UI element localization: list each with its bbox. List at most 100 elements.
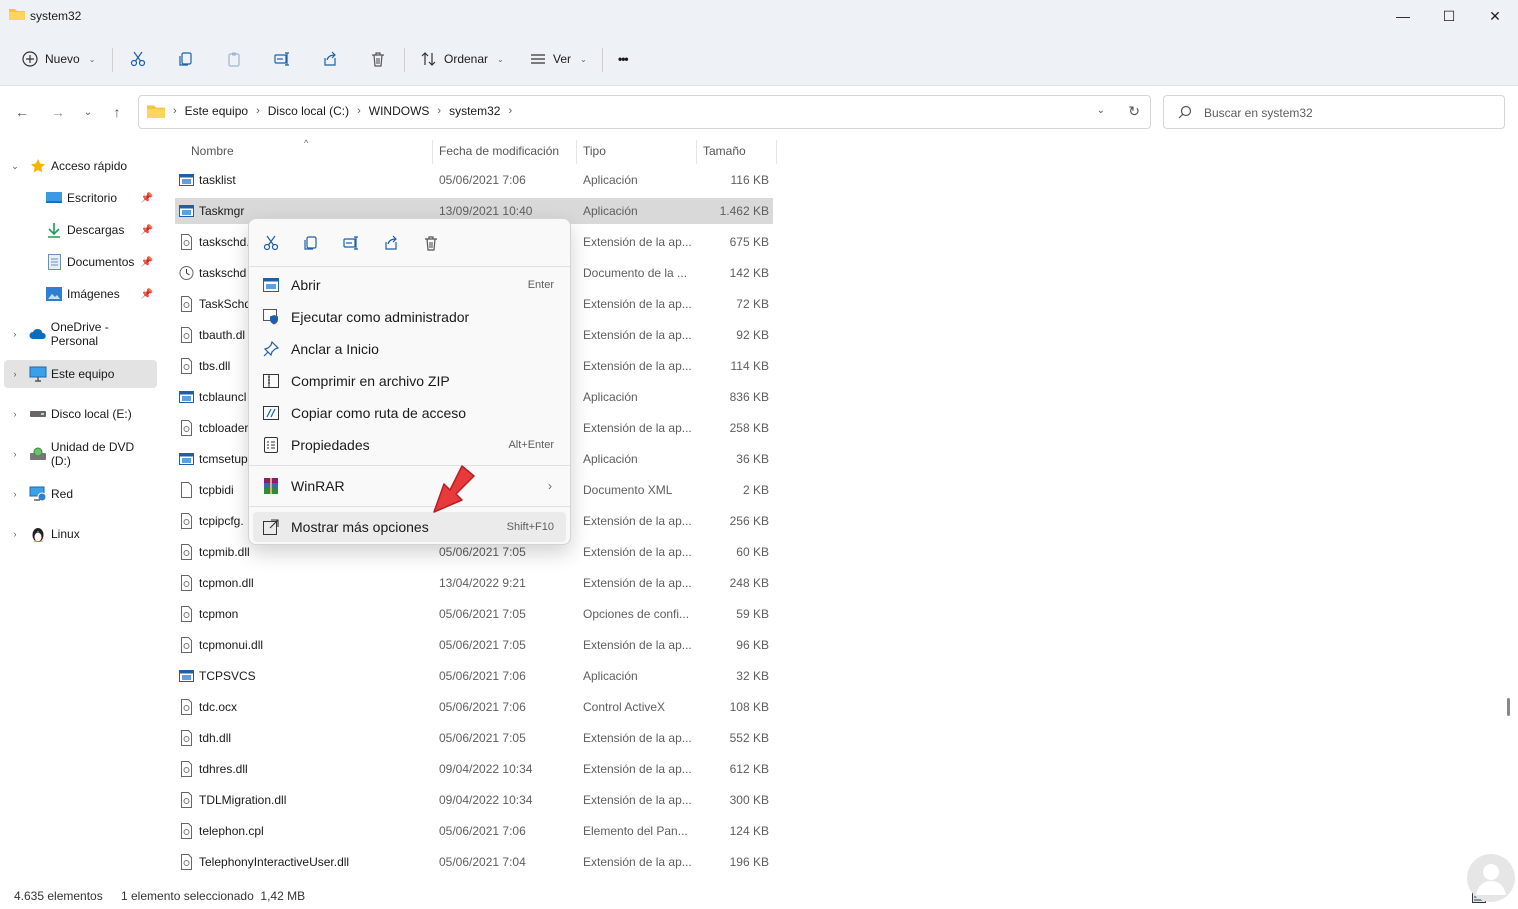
- sidebar-item-onedrive[interactable]: › OneDrive - Personal: [4, 320, 157, 348]
- selection-info: 1 elemento seleccionado 1,42 MB: [121, 889, 306, 903]
- crumb-system32[interactable]: system32: [449, 104, 500, 118]
- menu-item-show-more-options[interactable]: Mostrar más opciones Shift+F10: [253, 512, 566, 542]
- file-name: tcpmib.dll: [199, 545, 250, 559]
- file-name: tdc.ocx: [199, 700, 238, 714]
- more-options-button[interactable]: •••: [618, 44, 629, 74]
- scissors-icon: [263, 235, 279, 251]
- table-row[interactable]: tcpmon 05/06/2021 7:05 Opciones de confi..…: [175, 601, 773, 627]
- table-row[interactable]: telephon.cpl 05/06/2021 7:06 Elemento del …: [175, 818, 773, 844]
- menu-item-compress-zip[interactable]: Comprimir en archivo ZIP: [253, 366, 566, 396]
- address-bar[interactable]: › Este equipo › Disco local (C:) › WINDO…: [138, 95, 1151, 129]
- table-row[interactable]: tcpmon.dll 13/04/2022 9:21 Extensión de la…: [175, 570, 773, 596]
- column-divider[interactable]: [576, 140, 577, 164]
- table-row[interactable]: tcpmonui.dll 05/06/2021 7:05 Extensión de …: [175, 632, 773, 658]
- up-button[interactable]: ↑: [105, 100, 129, 124]
- properties-icon: [262, 436, 280, 454]
- sidebar-item-dvd-drive[interactable]: › Unidad de DVD (D:): [4, 440, 157, 468]
- column-header-size[interactable]: Tamaño: [703, 144, 746, 164]
- file-date: 09/04/2022 10:34: [439, 762, 533, 776]
- column-divider[interactable]: [432, 140, 433, 164]
- forward-button[interactable]: →: [46, 100, 70, 124]
- scrollbar-thumb[interactable]: [1507, 698, 1510, 716]
- app-window-icon: [262, 276, 280, 294]
- file-icon: [181, 513, 192, 529]
- share-icon: [324, 51, 336, 66]
- ctx-delete-button[interactable]: [419, 231, 443, 255]
- crumb-this-pc[interactable]: Este equipo: [185, 104, 248, 118]
- chevron-right-icon[interactable]: ›: [9, 409, 21, 419]
- sidebar-item-linux[interactable]: › Linux: [4, 520, 157, 548]
- chevron-right-icon[interactable]: ›: [9, 329, 21, 339]
- file-type: Extensión de la ap...: [583, 328, 692, 342]
- table-row[interactable]: TCPSVCS 05/06/2021 7:06 Aplicación 32 KB: [175, 663, 773, 689]
- ctx-copy-button[interactable]: [299, 231, 323, 255]
- chevron-right-icon[interactable]: ›: [9, 489, 21, 499]
- file-name: tbauth.dl: [199, 328, 246, 342]
- sidebar-item-label: Red: [51, 487, 74, 501]
- chevron-down-icon: ⌄: [497, 54, 504, 64]
- cut-button[interactable]: [130, 44, 146, 74]
- sidebar-item-this-pc[interactable]: › Este equipo: [4, 360, 157, 388]
- copy-button[interactable]: [178, 44, 194, 74]
- view-button[interactable]: Ver ⌄: [530, 44, 587, 74]
- maximize-button[interactable]: ☐: [1426, 0, 1472, 32]
- crumb-local-disk[interactable]: Disco local (C:): [268, 104, 349, 118]
- sidebar-item-network[interactable]: › Red: [4, 480, 157, 508]
- menu-item-run-as-admin[interactable]: Ejecutar como administrador: [253, 302, 566, 332]
- sidebar-item-local-disk-e[interactable]: › Disco local (E:): [4, 400, 157, 428]
- sidebar-item-label: OneDrive - Personal: [50, 320, 109, 348]
- column-header-date[interactable]: Fecha de modificación: [439, 144, 559, 164]
- close-button[interactable]: ✕: [1472, 0, 1518, 32]
- sidebar-item-downloads[interactable]: Descargas 📌: [4, 216, 157, 244]
- refresh-icon[interactable]: ↻: [1128, 103, 1140, 120]
- paste-button[interactable]: [226, 44, 242, 74]
- recent-locations-button[interactable]: ⌄: [76, 100, 100, 124]
- table-row[interactable]: TDLMigration.dll 09/04/2022 10:34 Extensió…: [175, 787, 773, 813]
- sidebar-item-pictures[interactable]: Imágenes 📌: [4, 280, 157, 308]
- table-row[interactable]: TelephonyInteractiveUser.dll 05/06/2021 7…: [175, 849, 773, 875]
- menu-item-pin-to-start[interactable]: Anclar a Inicio: [253, 334, 566, 364]
- ctx-cut-button[interactable]: [259, 231, 283, 255]
- column-divider[interactable]: [696, 140, 697, 164]
- table-row[interactable]: tdh.dll 05/06/2021 7:05 Extensión de la ap…: [175, 725, 773, 751]
- file-date: 09/04/2022 10:34: [439, 793, 533, 807]
- file-date: 05/06/2021 7:05: [439, 638, 526, 652]
- sort-button[interactable]: Ordenar ⌄: [421, 44, 504, 74]
- sidebar-item-desktop[interactable]: Escritorio 📌: [4, 184, 157, 212]
- new-button[interactable]: Nuevo ⌄: [22, 44, 95, 74]
- minimize-button[interactable]: —: [1380, 0, 1426, 32]
- sidebar-item-quick-access[interactable]: ⌄ Acceso rápido: [4, 152, 157, 180]
- crumb-windows[interactable]: WINDOWS: [369, 104, 430, 118]
- table-row[interactable]: tdhres.dll 09/04/2022 10:34 Extensión de l…: [175, 756, 773, 782]
- vertical-scrollbar[interactable]: [1500, 138, 1518, 879]
- chevron-down-icon[interactable]: ⌄: [9, 161, 21, 172]
- back-button[interactable]: ←: [10, 100, 34, 124]
- share-button[interactable]: [322, 44, 338, 74]
- table-row[interactable]: tasklist 05/06/2021 7:06 Aplicación 116 KB: [175, 167, 773, 193]
- chevron-right-icon[interactable]: ›: [9, 449, 21, 459]
- menu-item-open[interactable]: Abrir Enter: [253, 270, 566, 300]
- table-row[interactable]: tdc.ocx 05/06/2021 7:06 Control ActiveX 108…: [175, 694, 773, 720]
- delete-button[interactable]: [370, 44, 386, 74]
- address-dropdown-icon[interactable]: ⌄: [1097, 105, 1105, 116]
- search-input[interactable]: Buscar en system32: [1163, 95, 1505, 129]
- column-header-type[interactable]: Tipo: [583, 144, 606, 164]
- menu-item-winrar[interactable]: WinRAR ›: [253, 471, 566, 501]
- sidebar-item-label: Descargas: [67, 223, 125, 237]
- file-size: 72 KB: [736, 297, 769, 311]
- sidebar-item-documents[interactable]: Documentos 📌: [4, 248, 157, 276]
- menu-item-properties[interactable]: Propiedades Alt+Enter: [253, 430, 566, 460]
- menu-item-copy-as-path[interactable]: Copiar como ruta de acceso: [253, 398, 566, 428]
- column-header-name[interactable]: Nombre: [191, 144, 234, 164]
- column-divider[interactable]: [776, 140, 777, 164]
- chevron-right-icon[interactable]: ›: [9, 529, 21, 539]
- ctx-rename-button[interactable]: [339, 231, 363, 255]
- file-size: 36 KB: [736, 452, 769, 466]
- file-name: telephon.cpl: [199, 824, 264, 838]
- file-type: Extensión de la ap...: [583, 545, 692, 559]
- rename-button[interactable]: [274, 44, 290, 74]
- chevron-right-icon[interactable]: ›: [9, 369, 21, 379]
- copy-icon: [179, 52, 192, 66]
- file-size: 2 KB: [742, 483, 769, 497]
- ctx-share-button[interactable]: [379, 231, 403, 255]
